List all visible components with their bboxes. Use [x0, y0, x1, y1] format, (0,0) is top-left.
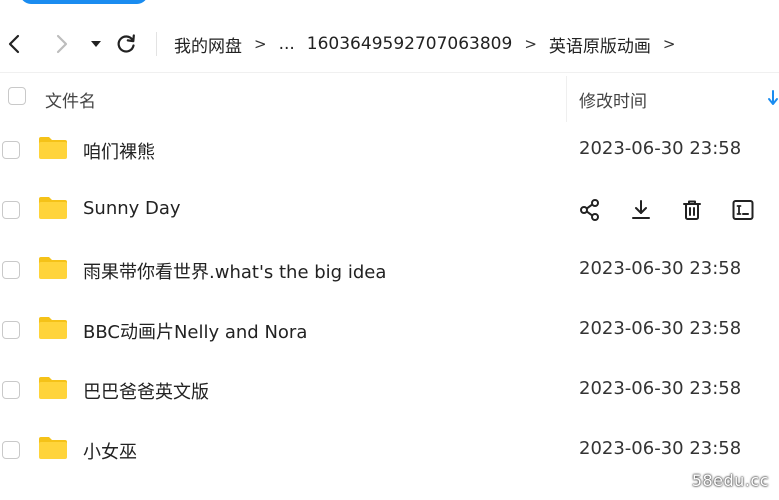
folder-icon [39, 377, 67, 399]
table-row[interactable]: 雨果带你看世界.what's the big idea 2023-06-30 2… [0, 240, 779, 300]
back-button[interactable] [2, 32, 26, 56]
rename-icon [732, 200, 754, 220]
table-header: 文件名 修改时间 [0, 72, 779, 123]
table-row-hovered[interactable]: Sunny Day [0, 180, 779, 240]
caret-down-icon [91, 41, 101, 47]
toolbar-divider [156, 32, 157, 56]
table-row[interactable]: 巴巴爸爸英文版 2023-06-30 23:58 [0, 360, 779, 420]
row-checkbox[interactable] [2, 201, 20, 219]
select-all-checkbox[interactable] [8, 87, 26, 105]
modified-date: 2023-06-30 23:58 [579, 138, 742, 159]
folder-icon [39, 257, 67, 279]
modified-date: 2023-06-30 23:58 [579, 318, 742, 339]
file-name[interactable]: 小女巫 [83, 438, 137, 464]
row-checkbox[interactable] [2, 321, 20, 339]
folder-icon [39, 197, 67, 219]
column-header-name[interactable]: 文件名 [45, 87, 96, 112]
modified-date: 2023-06-30 23:58 [579, 378, 742, 399]
modified-date: 2023-06-30 23:58 [579, 258, 742, 279]
row-checkbox[interactable] [2, 441, 20, 459]
column-divider[interactable] [566, 76, 567, 122]
row-checkbox[interactable] [2, 381, 20, 399]
delete-icon [683, 200, 701, 220]
watermark: 58edu.cc [691, 471, 769, 490]
folder-icon [39, 317, 67, 339]
share-button[interactable] [578, 198, 602, 222]
modified-date: 2023-06-30 23:58 [579, 438, 742, 459]
download-icon [632, 200, 650, 219]
share-icon [580, 199, 599, 221]
forward-button[interactable] [50, 32, 74, 56]
row-checkbox[interactable] [2, 141, 20, 159]
breadcrumb-item-folder-id[interactable]: 1603649592707063809 [307, 34, 513, 54]
top-action-button[interactable] [20, 0, 148, 4]
file-name[interactable]: 雨果带你看世界.what's the big idea [83, 258, 386, 284]
row-checkbox[interactable] [2, 261, 20, 279]
sort-descending-icon[interactable] [767, 89, 779, 107]
chevron-left-icon [8, 34, 20, 54]
column-header-date[interactable]: 修改时间 [579, 87, 647, 112]
refresh-icon [117, 34, 135, 53]
file-name[interactable]: 巴巴爸爸英文版 [83, 378, 209, 404]
table-row[interactable]: BBC动画片Nelly and Nora 2023-06-30 23:58 [0, 300, 779, 360]
chevron-right-icon [56, 34, 68, 54]
refresh-button[interactable] [114, 32, 138, 56]
breadcrumb-item-collapsed[interactable]: ... [279, 34, 295, 54]
folder-icon [39, 137, 67, 159]
breadcrumb-separator: > [524, 35, 537, 53]
toolbar: 我的网盘 > ... 1603649592707063809 > 英语原版动画 … [0, 14, 779, 72]
folder-icon [39, 437, 67, 459]
file-name[interactable]: Sunny Day [83, 198, 181, 219]
file-name[interactable]: 咱们裸熊 [83, 138, 155, 164]
history-dropdown-button[interactable] [84, 32, 108, 56]
delete-button[interactable] [680, 198, 704, 222]
breadcrumb-item-root[interactable]: 我的网盘 [174, 32, 242, 57]
breadcrumb-separator: > [662, 35, 676, 53]
row-actions [578, 196, 755, 224]
download-button[interactable] [629, 198, 653, 222]
table-row[interactable]: 咱们裸熊 2023-06-30 23:58 [0, 120, 779, 180]
rename-button[interactable] [731, 198, 755, 222]
table-row[interactable]: 小女巫 2023-06-30 23:58 [0, 420, 779, 480]
breadcrumb: 我的网盘 > ... 1603649592707063809 > 英语原版动画 … [174, 30, 687, 58]
file-name[interactable]: BBC动画片Nelly and Nora [83, 318, 307, 344]
breadcrumb-separator: > [254, 35, 267, 53]
breadcrumb-item-current[interactable]: 英语原版动画 [549, 32, 651, 57]
